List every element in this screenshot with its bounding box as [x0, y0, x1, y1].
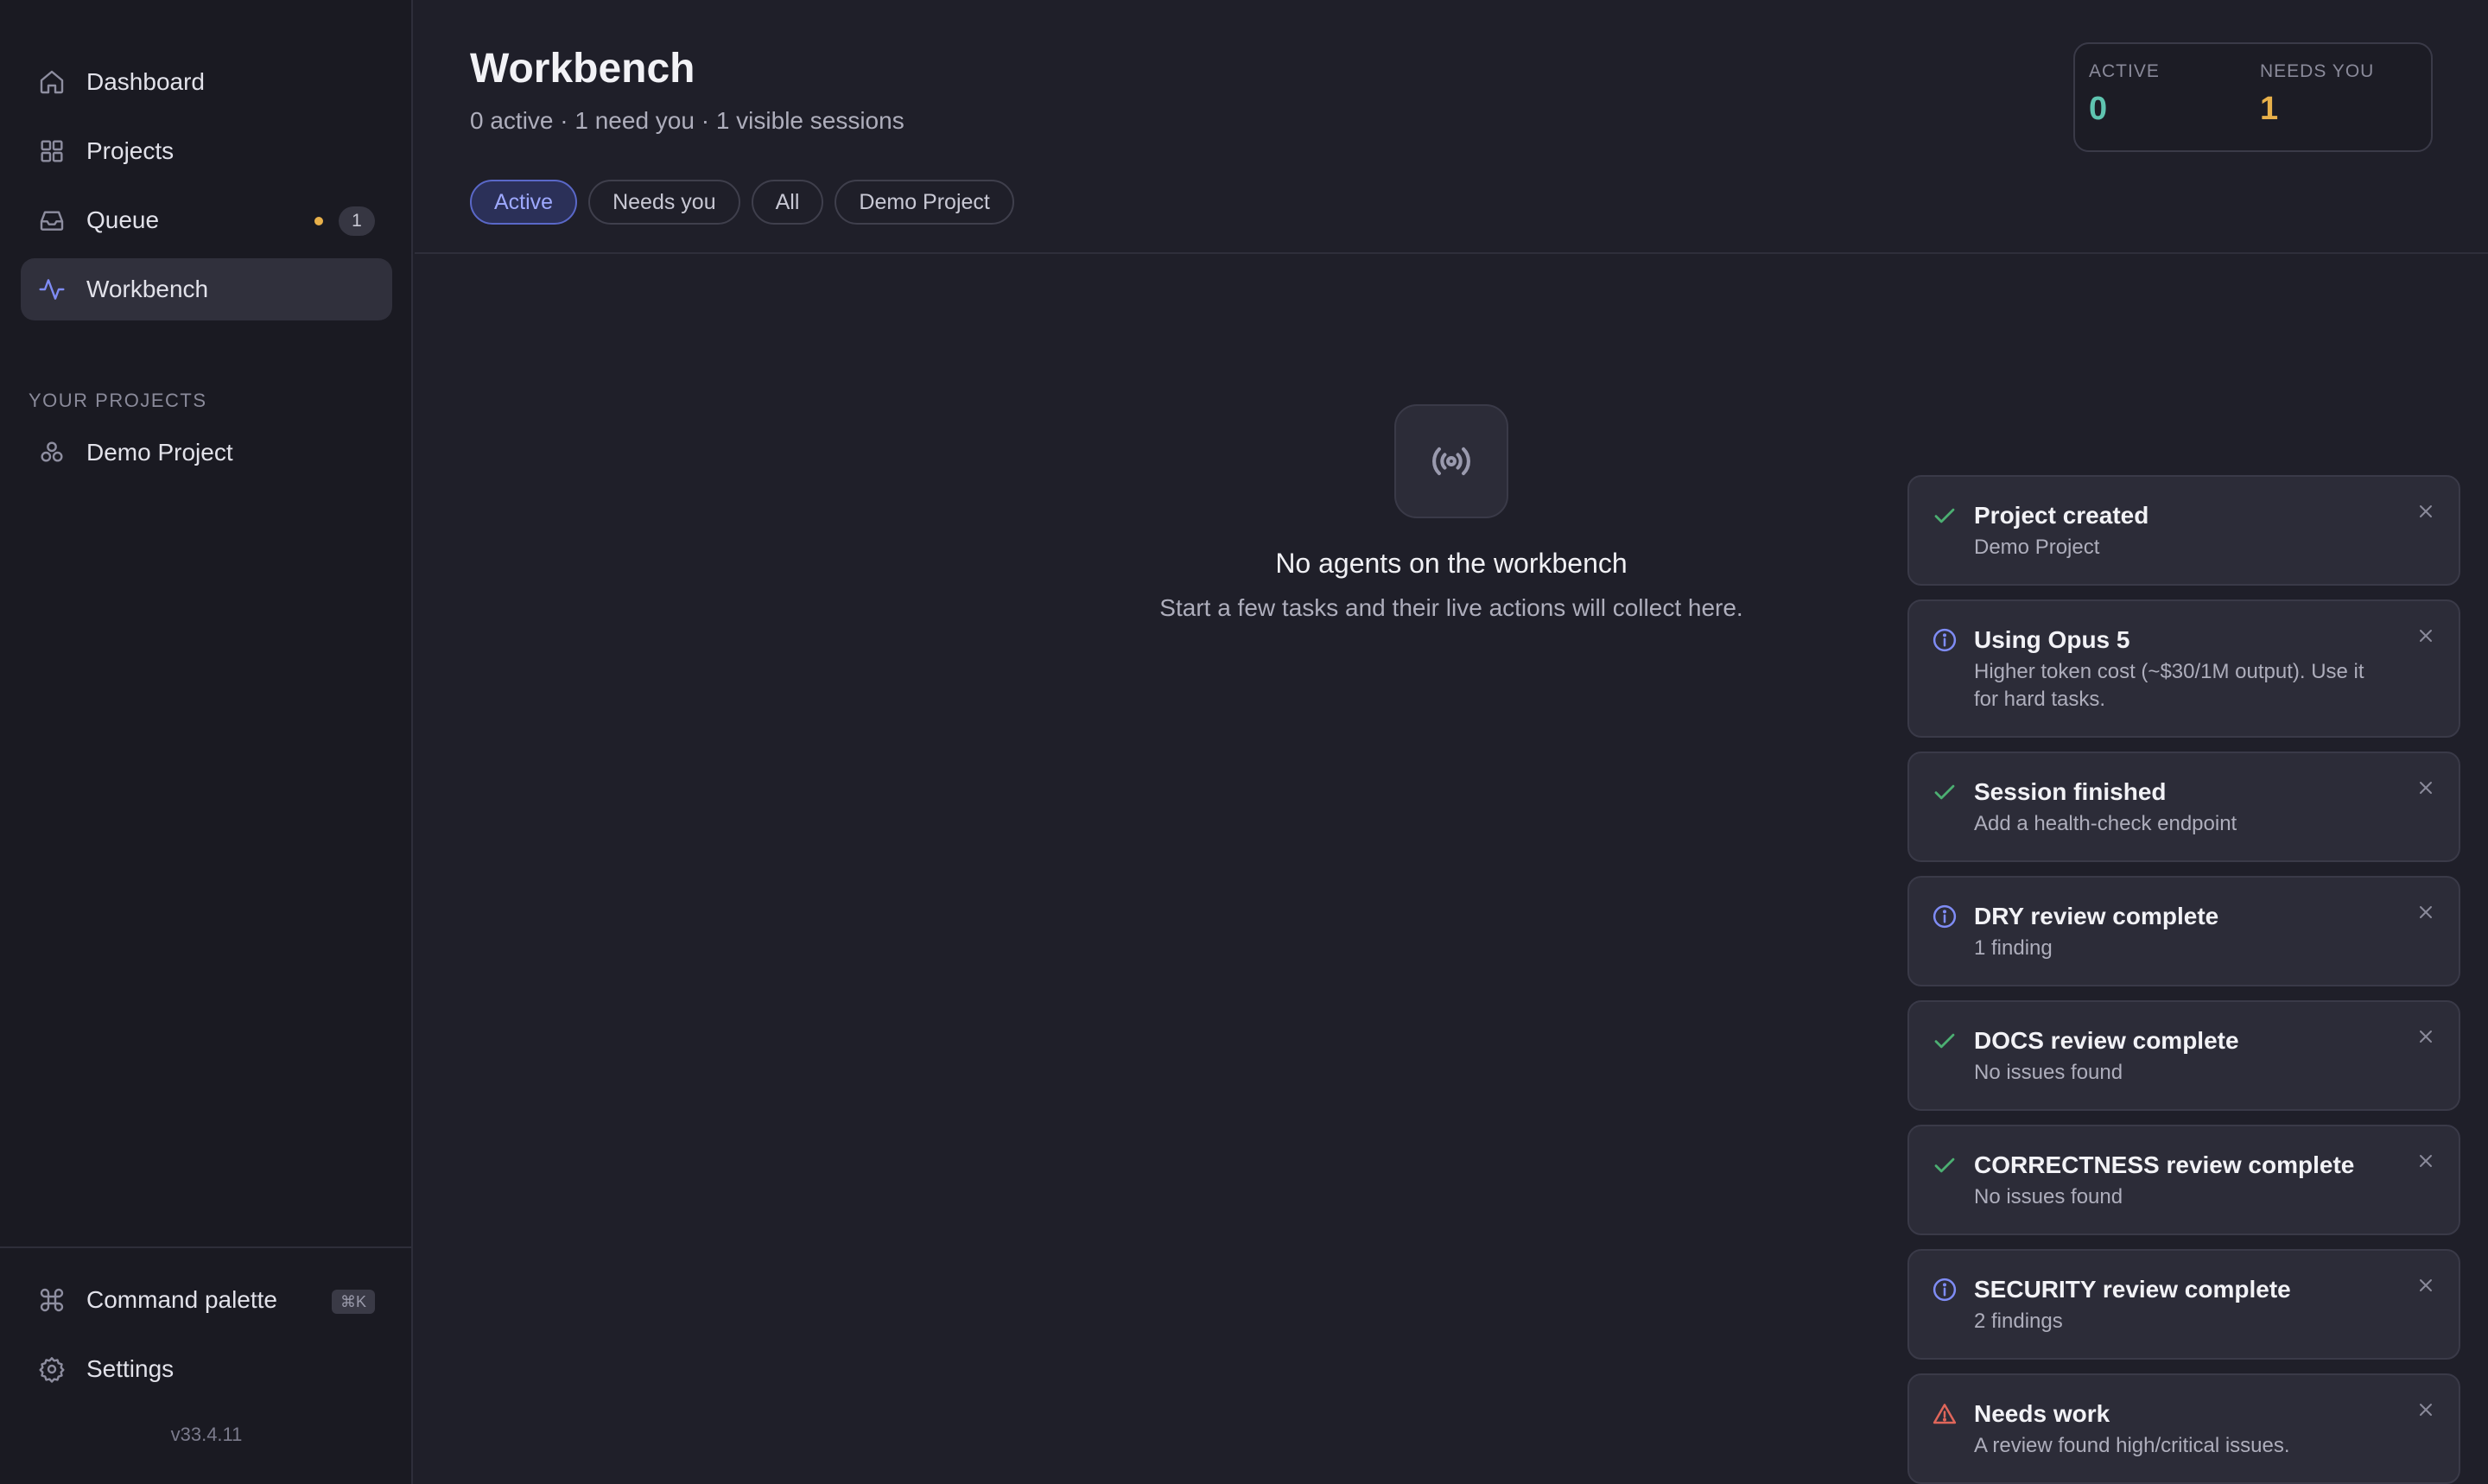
close-icon[interactable]	[2415, 501, 2436, 522]
stat-active: ACTIVE 0	[2089, 61, 2160, 128]
filter-demo-project[interactable]: Demo Project	[835, 180, 1014, 225]
sidebar: Dashboard Projects Queue 1 Workbench YOU…	[0, 0, 413, 1484]
command-icon	[38, 1286, 66, 1314]
toast: CORRECTNESS review complete No issues fo…	[1907, 1125, 2460, 1235]
cluster-icon	[38, 439, 66, 466]
stats-card: ACTIVE 0 NEEDS YOU 1	[2073, 42, 2433, 152]
page-subtitle: 0 active · 1 need you · 1 visible sessio…	[470, 107, 904, 134]
info-icon	[1932, 627, 1958, 653]
page-title: Workbench	[470, 46, 695, 92]
toast-title: Session finished	[1974, 778, 2167, 805]
sidebar-nav: Dashboard Projects Queue 1 Workbench	[21, 51, 392, 327]
inbox-icon	[38, 206, 66, 234]
toast: Session finished Add a health-check endp…	[1907, 752, 2460, 862]
home-icon	[38, 68, 66, 96]
filter-bar: Active Needs you All Demo Project	[470, 180, 1014, 225]
close-icon[interactable]	[2415, 1275, 2436, 1296]
command-palette-shortcut: ⌘K	[331, 1290, 375, 1314]
toast: DOCS review complete No issues found	[1907, 1000, 2460, 1111]
close-icon[interactable]	[2415, 777, 2436, 798]
sidebar-item-workbench[interactable]: Workbench	[21, 258, 392, 320]
stat-needs-you: NEEDS YOU 1	[2260, 61, 2374, 128]
warning-icon	[1932, 1401, 1958, 1427]
toast-title: CORRECTNESS review complete	[1974, 1151, 2355, 1178]
toast: Project created Demo Project	[1907, 475, 2460, 586]
toast: SECURITY review complete 2 findings	[1907, 1249, 2460, 1360]
check-icon	[1932, 1028, 1958, 1054]
toast: Needs work A review found high/critical …	[1907, 1373, 2460, 1484]
toast-title: SECURITY review complete	[1974, 1276, 2291, 1303]
settings-label: Settings	[86, 1355, 175, 1382]
toast-title: Needs work	[1974, 1400, 2110, 1427]
stat-active-value: 0	[2089, 91, 2108, 127]
close-icon[interactable]	[2415, 625, 2436, 646]
sidebar-item-queue[interactable]: Queue 1	[21, 189, 392, 251]
sidebar-item-projects[interactable]: Projects	[21, 120, 392, 182]
stat-needs-you-label: NEEDS YOU	[2260, 61, 2375, 81]
toast-description: 2 findings	[1974, 1310, 2063, 1333]
close-icon[interactable]	[2415, 1026, 2436, 1047]
broadcast-icon	[1394, 404, 1508, 518]
command-palette-button[interactable]: Command palette ⌘K	[21, 1269, 392, 1331]
toast-title: Project created	[1974, 502, 2149, 529]
close-icon[interactable]	[2415, 902, 2436, 923]
toast-stack: Project created Demo Project Using Opus …	[1907, 475, 2460, 1484]
stat-needs-you-value: 1	[2260, 91, 2279, 127]
sidebar-item-demo-project[interactable]: Demo Project	[21, 422, 392, 484]
command-palette-label: Command palette	[86, 1286, 278, 1313]
sidebar-item-label: Dashboard	[86, 68, 205, 95]
grid-icon	[38, 137, 66, 165]
activity-icon	[38, 276, 66, 303]
toast: DRY review complete 1 finding	[1907, 876, 2460, 986]
toast-title: Using Opus 5	[1974, 626, 2130, 653]
toast-description: Higher token cost (~$30/1M output). Use …	[1974, 660, 2364, 711]
check-icon	[1932, 503, 1958, 529]
close-icon[interactable]	[2415, 1399, 2436, 1420]
empty-state-description: Start a few tasks and their live actions…	[1159, 594, 1743, 621]
toast-description: Demo Project	[1974, 536, 2100, 559]
toast-title: DOCS review complete	[1974, 1027, 2239, 1054]
queue-status-dot	[314, 217, 323, 225]
info-icon	[1932, 904, 1958, 929]
filter-active[interactable]: Active	[470, 180, 578, 225]
check-icon	[1932, 779, 1958, 805]
stat-active-label: ACTIVE	[2089, 61, 2160, 81]
app-version: v33.4.11	[170, 1424, 243, 1445]
gear-icon	[38, 1355, 66, 1383]
toast-title: DRY review complete	[1974, 903, 2219, 929]
sidebar-item-label: Projects	[86, 137, 175, 164]
toast-description: No issues found	[1974, 1185, 2123, 1208]
section-label-your-projects: YOUR PROJECTS	[29, 390, 207, 411]
sidebar-item-dashboard[interactable]: Dashboard	[21, 51, 392, 113]
sidebar-item-label: Workbench	[86, 276, 209, 302]
check-icon	[1932, 1152, 1958, 1178]
toast-description: 1 finding	[1974, 936, 2053, 960]
empty-state-title: No agents on the workbench	[1275, 548, 1628, 579]
sidebar-item-label: Demo Project	[86, 439, 233, 466]
sidebar-divider	[0, 1246, 413, 1248]
queue-count-badge: 1	[339, 206, 375, 236]
header-divider	[415, 252, 2488, 254]
toast-description: A review found high/critical issues.	[1974, 1434, 2290, 1457]
toast: Using Opus 5 Higher token cost (~$30/1M …	[1907, 599, 2460, 738]
sidebar-item-label: Queue	[86, 206, 160, 233]
info-icon	[1932, 1277, 1958, 1303]
filter-all[interactable]: All	[751, 180, 824, 225]
toast-description: No issues found	[1974, 1061, 2123, 1084]
close-icon[interactable]	[2415, 1151, 2436, 1171]
toast-description: Add a health-check endpoint	[1974, 812, 2237, 835]
filter-needs-you[interactable]: Needs you	[588, 180, 740, 225]
settings-button[interactable]: Settings	[21, 1338, 392, 1400]
